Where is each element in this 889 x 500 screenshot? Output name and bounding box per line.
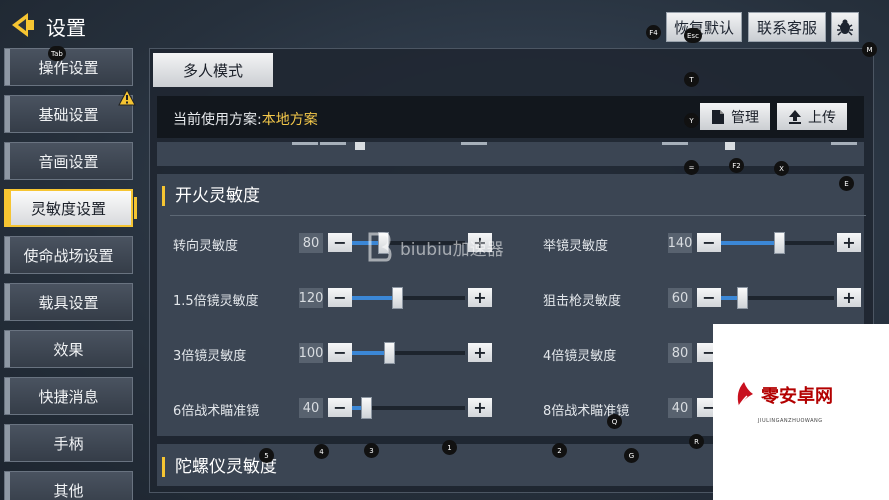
back-arrow-icon [12, 13, 34, 37]
slider-handle[interactable] [384, 342, 396, 364]
hotkey-tab: Tab [48, 46, 66, 61]
sidebar-item-sensitivity[interactable]: 灵敏度设置 [4, 189, 137, 227]
warning-icon [118, 88, 136, 110]
sidebar-item-operation[interactable]: 操作设置 [4, 48, 133, 86]
slider-value: 80 [668, 343, 692, 363]
section-divider [170, 215, 866, 216]
sidebar-item-effects[interactable]: 效果 [4, 330, 133, 368]
decrease-button[interactable]: − [328, 343, 352, 362]
slider-track[interactable] [352, 397, 465, 419]
sidebar-item-quick-message[interactable]: 快捷消息 [4, 377, 133, 415]
manage-button[interactable]: 管理 [700, 103, 770, 130]
increase-button[interactable]: + [468, 398, 492, 417]
hotkey-3: 3 [364, 443, 379, 458]
slider-track[interactable] [721, 287, 834, 309]
slider-label: 3倍镜灵敏度 [173, 349, 247, 364]
hotkey-5: 5 [259, 448, 274, 463]
contact-service-button[interactable]: 联系客服 [748, 12, 826, 42]
tab-multiplayer[interactable]: 多人模式 [153, 53, 273, 87]
back-button[interactable] [6, 8, 40, 42]
hotkey-t: T [684, 72, 699, 87]
scheme-value: 本地方案 [261, 112, 318, 128]
sidebar-item-vehicle[interactable]: 载具设置 [4, 283, 133, 321]
slider-value: 100 [299, 343, 323, 363]
slider-value: 40 [668, 398, 692, 418]
bug-report-button[interactable] [831, 12, 859, 42]
slider-fill [352, 296, 398, 300]
increase-button[interactable]: + [468, 343, 492, 362]
scrolled-strip [157, 142, 864, 166]
slider-track[interactable] [352, 342, 465, 364]
site-logo-subtext: JIULINGANZHUOWANG [758, 418, 823, 424]
slider-handle[interactable] [392, 287, 404, 309]
decrease-button[interactable]: − [328, 233, 352, 252]
slider-handle[interactable] [737, 287, 749, 309]
decrease-button[interactable]: − [697, 233, 721, 252]
slider-value: 140 [668, 233, 692, 253]
slider-value: 60 [668, 288, 692, 308]
decrease-button[interactable]: − [328, 288, 352, 307]
watermark-text: biubiu加速器 [400, 239, 504, 260]
hotkey-q: Q [607, 414, 622, 429]
hotkey-2: 2 [552, 443, 567, 458]
manage-label: 管理 [731, 109, 759, 126]
increase-button[interactable]: + [837, 288, 861, 307]
slider-track[interactable] [352, 287, 465, 309]
site-logo-overlay [713, 324, 889, 500]
hotkey-e: E [839, 176, 854, 191]
hotkey-equals: = [684, 160, 699, 175]
slider-value: 40 [299, 398, 323, 418]
section-title-fire: 开火灵敏度 [162, 186, 260, 206]
scheme-label: 当前使用方案: [173, 112, 262, 128]
document-icon [712, 109, 724, 124]
hotkey-esc: Esc [684, 28, 702, 43]
hotkey-4: 4 [314, 444, 329, 459]
hotkey-1: 1 [442, 440, 457, 455]
logo-leaf-icon [737, 382, 753, 407]
sidebar-item-audio-video[interactable]: 音画设置 [4, 142, 133, 180]
site-logo: 零安卓网 [733, 380, 833, 410]
upload-label: 上传 [808, 109, 836, 126]
hotkey-f4: F4 [646, 25, 661, 40]
slider-value: 120 [299, 288, 323, 308]
sidebar-item-basic[interactable]: 基础设置 [4, 95, 133, 133]
restore-default-button[interactable]: 恢复默认 [666, 12, 742, 42]
slider-label: 1.5倍镜灵敏度 [173, 294, 259, 309]
slider-label: 举镜灵敏度 [543, 239, 609, 254]
hotkey-g: G [624, 448, 639, 463]
site-logo-text: 零安卓网 [761, 386, 833, 407]
decrease-button[interactable]: − [328, 398, 352, 417]
slider-label: 狙击枪灵敏度 [543, 294, 622, 309]
bug-icon [837, 19, 853, 36]
hotkey-f2: F2 [729, 158, 744, 173]
decrease-button[interactable]: − [697, 288, 721, 307]
slider-fill [721, 241, 779, 245]
sidebar-item-other[interactable]: 其他 [4, 471, 133, 500]
increase-button[interactable]: + [468, 288, 492, 307]
increase-button[interactable]: + [837, 233, 861, 252]
slider-label: 转向灵敏度 [173, 239, 239, 254]
slider-handle[interactable] [360, 397, 372, 419]
slider-label: 4倍镜灵敏度 [543, 349, 617, 364]
upload-button[interactable]: 上传 [777, 103, 847, 130]
slider-track[interactable] [721, 232, 834, 254]
sidebar-item-gamepad[interactable]: 手柄 [4, 424, 133, 462]
slider-handle[interactable] [773, 232, 785, 254]
slider-value: 80 [299, 233, 323, 253]
page-title: 设置 [46, 16, 86, 40]
upload-icon [789, 109, 801, 124]
scheme-info: 当前使用方案:本地方案 [173, 109, 318, 129]
hotkey-r: R [689, 434, 704, 449]
sidebar-item-battlefield[interactable]: 使命战场设置 [4, 236, 133, 274]
slider-label: 6倍战术瞄准镜 [173, 404, 260, 419]
hotkey-x: X [774, 161, 789, 176]
watermark: biubiu加速器 [366, 232, 504, 262]
hotkey-m: M [862, 42, 877, 57]
hotkey-y: Y [684, 113, 699, 128]
biubiu-logo-icon [368, 232, 392, 262]
